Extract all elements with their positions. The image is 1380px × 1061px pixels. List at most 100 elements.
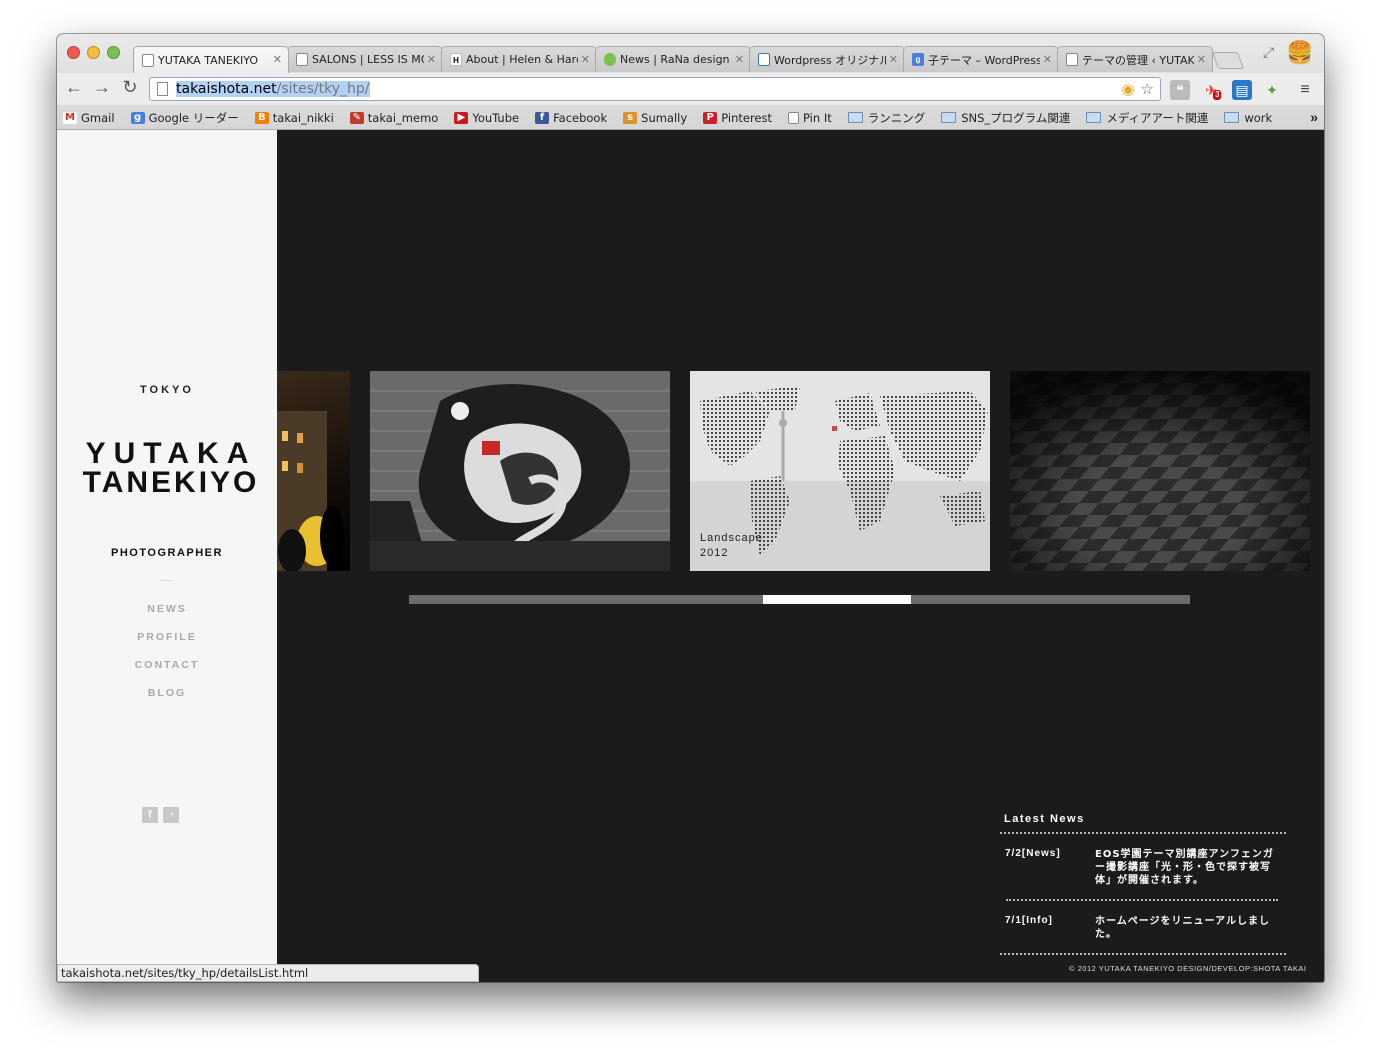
back-arrow-icon[interactable]: ← [62,77,86,98]
browser-tab[interactable]: H About | Helen & Hard ✕ [441,46,597,72]
bookmark-item[interactable]: g Google リーダー [130,110,239,126]
google-reader-icon: g [130,111,145,124]
page-icon [1066,53,1078,66]
tab-strip: YUTAKA TANEKIYO✕SALONS | LESS IS MORE✕HA… [133,46,1245,73]
news-text: ホームページをリニューアルしました。 [1095,916,1270,940]
news-divider [1000,953,1286,955]
forward-arrow-icon[interactable]: → [90,77,114,98]
menu-icon[interactable]: ≡ [1295,80,1315,100]
bookmark-label: SNS_プログラム関連 [961,110,1071,125]
page-icon [142,53,154,67]
slide-checker-pavement[interactable] [1010,371,1310,571]
status-bar: takaishota.net/sites/tky_hp/detailsList.… [57,964,479,982]
news-heading: Latest News [1004,813,1085,825]
bookmark-item[interactable]: ▶ YouTube [454,111,519,125]
screen-capture-icon[interactable]: ▤ [1232,80,1252,100]
tab-title: About | Helen & Hard [466,53,578,66]
close-tab-icon[interactable]: ✕ [735,53,744,66]
new-tab-button[interactable] [1211,52,1245,69]
bookmark-item[interactable]: f Facebook [535,111,607,125]
rss-icon[interactable]: ◔ [163,807,179,823]
nav-contact[interactable]: CONTACT [57,659,277,687]
url-host: takaishota.net [176,81,277,97]
wp-favicon [758,53,770,66]
bookmark-star-icon[interactable]: ☆ [1141,80,1154,98]
shield-extension-icon[interactable]: ◉ [1121,80,1134,98]
slide-world-map[interactable]: Landscape 2012 [690,371,990,571]
close-tab-icon[interactable]: ✕ [427,53,436,66]
bookmark-item[interactable]: ランニング [847,110,926,126]
tab-title: テーマの管理 ‹ YUTAKA [1082,53,1194,67]
close-tab-icon[interactable]: ✕ [889,53,898,66]
bookmark-item[interactable]: Btakai_nikki [254,110,334,125]
minimize-window-button[interactable] [87,46,100,59]
bookmark-label: ランニング [867,110,926,125]
nav-profile[interactable]: PROFILE [57,631,277,659]
nav-news[interactable]: NEWS [57,603,277,631]
tab-title: YUTAKA TANEKIYO [158,53,259,67]
chat-extension-icon[interactable]: ❝ [1170,80,1190,100]
browser-tab[interactable]: YUTAKA TANEKIYO ✕ [133,46,289,73]
zoom-window-button[interactable] [107,46,120,59]
bookmark-label: YouTube [472,110,520,125]
bookmark-item[interactable]: メディアアート関連 [1086,110,1208,126]
folder-icon [1086,112,1102,123]
sumally-icon: s [623,111,638,124]
evernote-icon[interactable]: ✦ [1262,80,1282,100]
facebook-icon: f [535,111,550,124]
bookmark-item[interactable]: ✎ takai_memo [349,110,439,125]
news-date: 7/2[News] [1005,848,1061,859]
carousel-scrollbar[interactable] [409,595,1190,604]
browser-tab[interactable]: Wordpress オリジナル ✕ [749,46,905,72]
news-item[interactable]: 7/1[Info] ホームページをリニューアルしました。 [1000,901,1286,953]
bookmark-item[interactable]: SNS_プログラム関連 [941,110,1070,126]
browser-tab[interactable]: News | RaNa design ✕ [595,46,751,72]
close-tab-icon[interactable]: ✕ [273,53,282,66]
night-building-photo [277,411,344,571]
bookmark-item[interactable]: Pin It [788,111,832,125]
site-title-line2: TANEKIYO [82,466,260,499]
tab-title: 子テーマ – WordPress [928,53,1040,67]
youtube-icon: ▶ [454,111,469,124]
slide-night-building[interactable] [277,371,350,571]
bookmark-item[interactable]: work [1224,111,1272,125]
bookmarks-bar: M Gmail g Google リーダー Btakai_nikki ✎ takai_mem… [57,105,1324,130]
browser-tab[interactable]: g 子テーマ – WordPress ✕ [903,46,1059,72]
checker-pavement-photo [1010,371,1310,571]
browser-chrome: YUTAKA TANEKIYO✕SALONS | LESS IS MORE✕HA… [57,34,1324,130]
close-tab-icon[interactable]: ✕ [1043,53,1052,66]
fullscreen-icon[interactable]: ⤢ [1263,44,1274,61]
bookmark-item[interactable]: s Sumally [623,111,687,125]
bookmark-label: takai_memo [367,110,439,125]
site-title[interactable]: YUTAKA TANEKIYO [57,437,277,499]
role-label: PHOTOGRAPHER [111,547,223,559]
bookmark-label: Pin It [803,110,832,125]
browser-tab[interactable]: SALONS | LESS IS MORE✕ [287,46,443,72]
news-item[interactable]: 7/2[News] EOS学園テーマ別講座アンフェンガー撮影講座「光・形・色で探… [1000,834,1286,899]
address-bar[interactable]: takaishota.net/sites/tky_hp/ ◉ ☆ [149,77,1161,101]
reload-icon[interactable]: ↻ [118,77,142,98]
frog-favicon [604,53,616,66]
bookmark-label: Facebook [553,110,608,125]
facebook-icon[interactable]: f [142,807,158,823]
site-title-line1: YUTAKA [85,437,257,470]
browser-tab[interactable]: テーマの管理 ‹ YUTAKA ✕ [1057,46,1213,72]
slide-graffiti-wall[interactable] [370,371,670,571]
bookmark-item[interactable]: P Pinterest [703,111,772,125]
close-tab-icon[interactable]: ✕ [581,53,590,66]
bookmark-label: takai_nikki [272,110,334,125]
bookmark-item[interactable]: M Gmail [63,111,115,125]
nav-blog[interactable]: BLOG [57,687,277,715]
close-window-button[interactable] [67,46,80,59]
latest-news: Latest News 7/2[News] EOS学園テーマ別講座アンフェンガー… [1000,813,1286,955]
bookmark-label: Gmail [81,110,115,125]
carousel-scrollbar-thumb[interactable] [763,595,911,604]
close-tab-icon[interactable]: ✕ [1197,53,1206,66]
pin-extension-icon[interactable]: ✈ 3 [1201,80,1222,100]
bookmark-label: Google リーダー [148,110,239,125]
page-icon [157,82,168,96]
profile-avatar-icon[interactable]: 🍔 [1285,40,1315,66]
news-date: 7/1[Info] [1005,915,1053,926]
web-page: TOKYO YUTAKA TANEKIYO PHOTOGRAPHER NEWS … [57,130,1324,982]
bookmarks-overflow-chevron-icon[interactable]: » [1310,109,1318,125]
